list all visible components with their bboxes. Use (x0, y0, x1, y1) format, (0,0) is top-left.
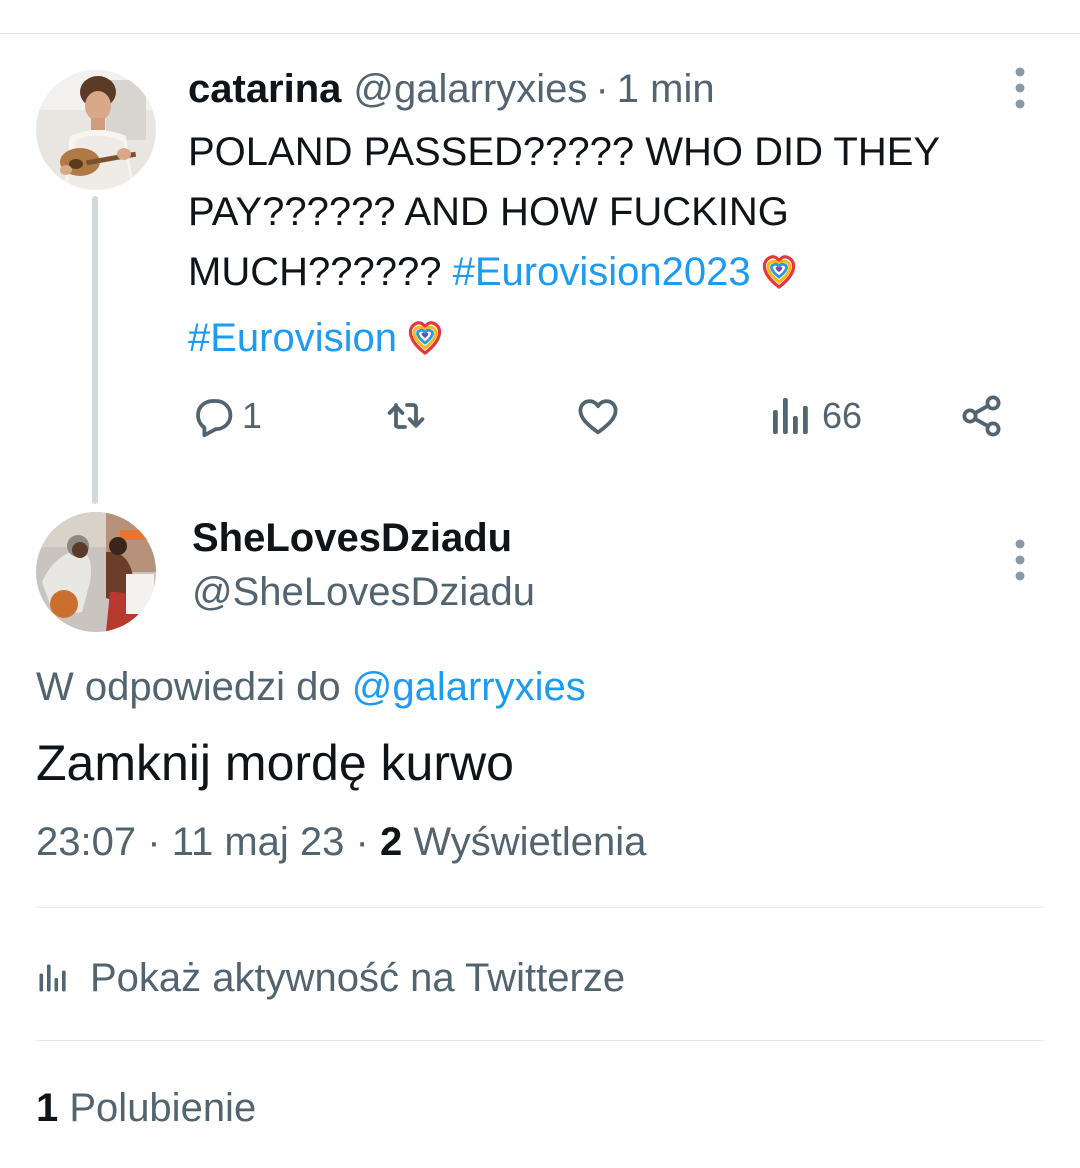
like-button[interactable] (574, 388, 626, 444)
top-divider (0, 33, 1080, 34)
replying-to-mention[interactable]: @galarryxies (352, 665, 586, 709)
user-handle[interactable]: @galarryxies (353, 67, 587, 112)
share-button[interactable] (958, 388, 1006, 444)
tweet-time[interactable]: 1 min (617, 67, 715, 112)
hashtag-eurovision[interactable]: #Eurovision (188, 316, 397, 360)
display-name[interactable]: catarina (188, 67, 341, 112)
view-activity-label: Pokaż aktywność na Twitterze (90, 955, 626, 1000)
eurovision-heart-logo-icon (759, 248, 799, 308)
tweet-detail-page: catarina @galarryxies · 1 min POLAND PAS… (0, 0, 1080, 1168)
views-button[interactable]: 66 (770, 388, 862, 444)
views-label: Wyświetlenia (413, 820, 647, 864)
separator-dot: · (595, 66, 609, 111)
replying-to-label: W odpowiedzi do (36, 665, 341, 709)
retweet-button[interactable] (382, 388, 434, 444)
reply-display-name[interactable]: SheLovesDziadu (192, 516, 512, 561)
tweet-metadata: 23:07 · 11 maj 23 · 2 Wyświetlenia (36, 820, 646, 865)
heart-icon (578, 399, 618, 435)
avatar-catarina[interactable] (36, 70, 156, 190)
reply-count: 1 (242, 395, 263, 436)
reply-icon (196, 399, 233, 438)
reply-button[interactable]: 1 (190, 388, 262, 444)
reply-tweet-text: Zamknij mordę kurwo (36, 735, 514, 791)
view-activity-link[interactable]: Pokaż aktywność na Twitterze (36, 950, 625, 1006)
reply-user-handle[interactable]: @SheLovesDziadu (192, 570, 535, 615)
separator-dot: · (355, 820, 369, 864)
tweet-action-bar: 1 66 (188, 388, 1018, 444)
analytics-bar-icon (773, 398, 808, 434)
tweet-date[interactable]: 11 maj 23 (172, 820, 345, 864)
share-icon (962, 395, 1001, 437)
hashtag-eurovision2023[interactable]: #Eurovision2023 (453, 250, 751, 294)
tweet-timestamp[interactable]: 23:07 (36, 820, 136, 864)
likes-label: Polubienie (69, 1086, 257, 1130)
divider (36, 907, 1044, 908)
original-tweet-header: catarina @galarryxies · 1 min (188, 64, 715, 114)
replying-to-line: W odpowiedzi do @galarryxies (36, 665, 586, 710)
divider (36, 1040, 1044, 1041)
retweet-icon (387, 403, 425, 429)
likes-summary[interactable]: 1 Polubienie (36, 1086, 256, 1131)
original-tweet-text: POLAND PASSED????? WHO DID THEY PAY?????… (188, 122, 1028, 374)
likes-count: 1 (36, 1086, 59, 1130)
separator-dot: · (147, 820, 161, 864)
views-count: 66 (822, 395, 863, 436)
thread-connector-line (92, 196, 98, 504)
more-options-icon[interactable] (1014, 66, 1026, 110)
views-count: 2 (379, 820, 403, 864)
analytics-bar-icon (39, 964, 66, 992)
more-options-icon[interactable] (1014, 538, 1026, 582)
avatar-shelovesdziadu[interactable] (36, 512, 156, 632)
eurovision-heart-logo-icon (405, 314, 445, 374)
